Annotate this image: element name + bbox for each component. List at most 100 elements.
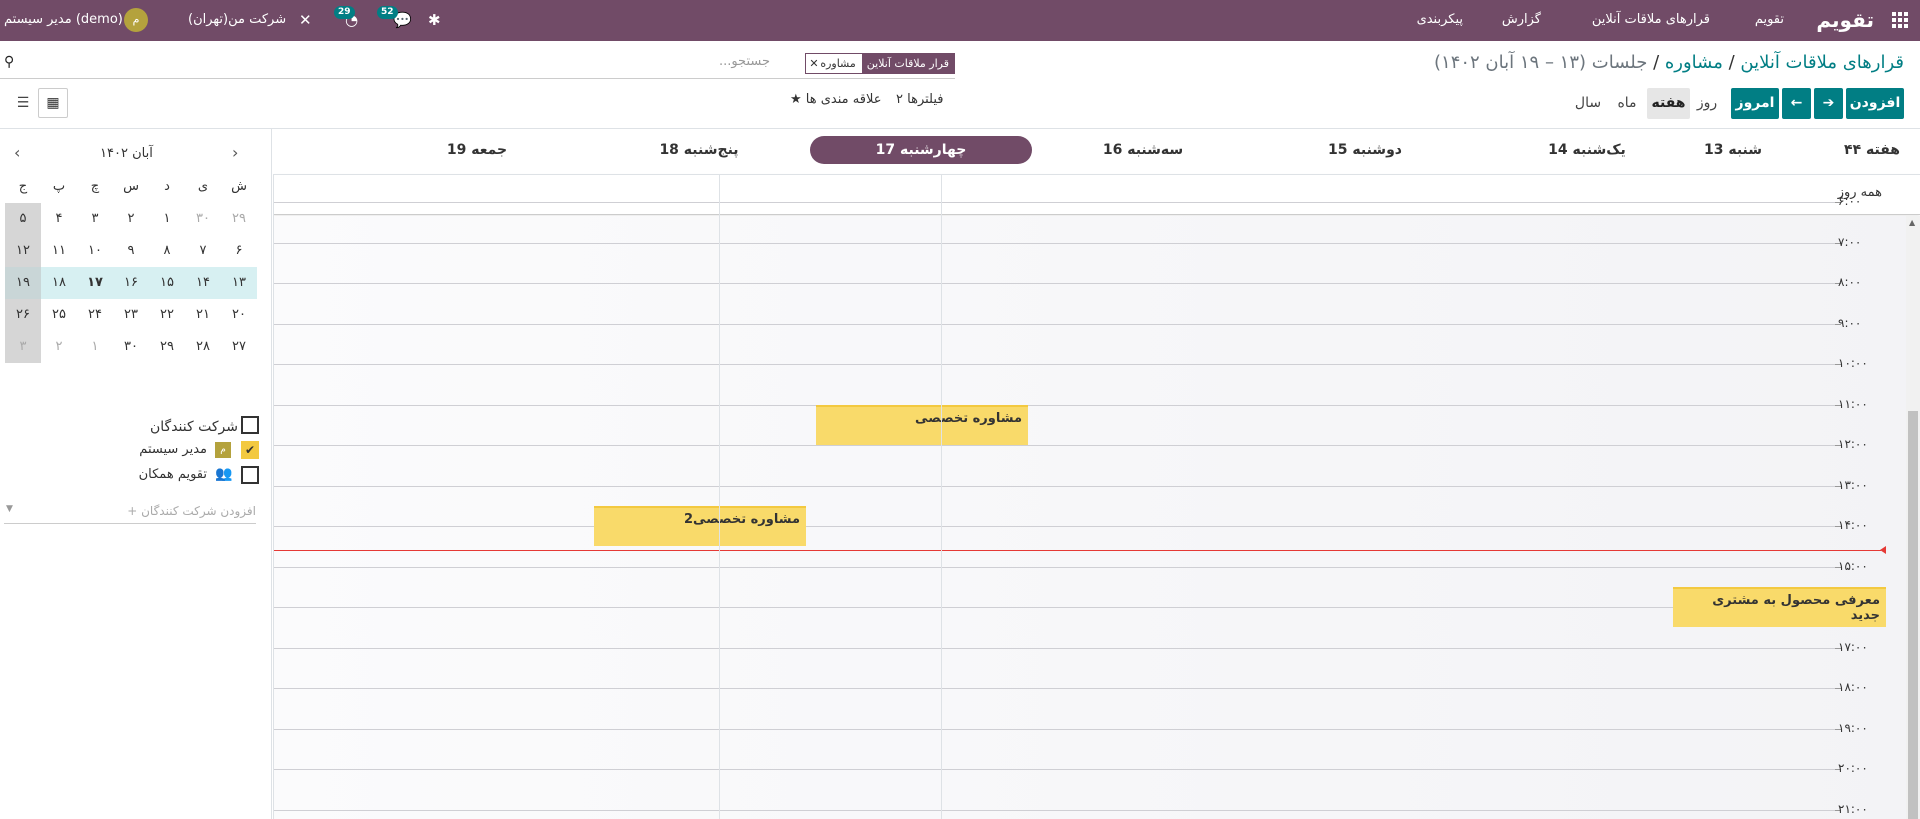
filters-dropdown[interactable]: ۲ فیلترها bbox=[896, 92, 943, 107]
mini-day[interactable]: ۴ bbox=[41, 203, 77, 235]
mini-day[interactable]: ۲ bbox=[113, 203, 149, 235]
hour-label: ۲۱:۰۰ bbox=[1838, 801, 1868, 816]
mini-day[interactable]: ۸ bbox=[149, 235, 185, 267]
mini-day[interactable]: ۳ bbox=[5, 331, 41, 363]
attendee-checkbox-admin[interactable]: ✔ bbox=[241, 441, 259, 459]
debug-bug-icon[interactable]: ✱ bbox=[428, 0, 441, 41]
mini-day[interactable]: ۱۸ bbox=[41, 267, 77, 299]
messages-icon[interactable]: 💬 bbox=[393, 0, 412, 41]
attendee-checkbox-everybody[interactable] bbox=[241, 466, 259, 484]
mini-day[interactable]: ۵ bbox=[5, 203, 41, 235]
all-day-row[interactable]: همه روز bbox=[273, 174, 1920, 215]
day-header[interactable]: پنج‌شنبه 18 bbox=[588, 129, 810, 174]
breadcrumb-parent[interactable]: قرارهای ملاقات آنلاین bbox=[1740, 52, 1904, 73]
mini-day[interactable]: ۲۴ bbox=[77, 299, 113, 331]
search-icon[interactable]: ⚲ bbox=[4, 54, 14, 70]
scrollbar-thumb[interactable] bbox=[1908, 411, 1918, 819]
mini-day[interactable]: ۱ bbox=[77, 331, 113, 363]
day-header[interactable]: چهارشنبه 17 bbox=[810, 129, 1032, 174]
app-name[interactable]: تقویم bbox=[1816, 0, 1874, 41]
mini-day[interactable]: ۲۷ bbox=[221, 331, 257, 363]
apps-menu-button[interactable] bbox=[1886, 0, 1908, 41]
today-button[interactable]: امروز bbox=[1731, 88, 1779, 119]
day-header[interactable]: جمعه 19 bbox=[366, 129, 588, 174]
mini-day[interactable]: ۳ bbox=[77, 203, 113, 235]
prev-arrow-button[interactable]: ← bbox=[1782, 88, 1811, 119]
hour-label: ۱۵:۰۰ bbox=[1838, 558, 1868, 573]
mini-day[interactable]: ۱۶ bbox=[113, 267, 149, 299]
calendar-view-button[interactable]: ▦ bbox=[38, 88, 68, 118]
list-view-button[interactable]: ☰ bbox=[10, 88, 36, 119]
next-arrow-button[interactable]: ➔ bbox=[1814, 88, 1843, 119]
day-header[interactable]: دوشنبه 15 bbox=[1254, 129, 1476, 174]
add-attendees-input[interactable]: + افزودن شرکت کنندگان ▼ bbox=[4, 502, 256, 524]
mini-day[interactable]: ۱۵ bbox=[149, 267, 185, 299]
mini-day[interactable]: ۱۰ bbox=[77, 235, 113, 267]
calendar-event[interactable]: معرفی محصول به مشتری جدید bbox=[1673, 586, 1886, 628]
favorites-dropdown[interactable]: ★ علاقه مندی ها bbox=[790, 92, 881, 107]
facet-remove-icon[interactable]: ✕ bbox=[809, 54, 818, 73]
user-menu[interactable]: مدیر سیستم (demo) bbox=[4, 0, 123, 41]
hour-line bbox=[273, 769, 1835, 770]
mini-day[interactable]: ۲۲ bbox=[149, 299, 185, 331]
mini-day[interactable]: ۳۰ bbox=[113, 331, 149, 363]
search-input[interactable]: جستجو... bbox=[719, 54, 770, 69]
users-icon: 👥 bbox=[215, 466, 233, 482]
menu-reporting[interactable]: گزارش bbox=[1502, 0, 1541, 41]
hour-line bbox=[273, 283, 1835, 284]
chevron-left-icon[interactable]: ‹ bbox=[14, 143, 20, 162]
mini-day[interactable]: ۹ bbox=[113, 235, 149, 267]
user-avatar[interactable]: م bbox=[124, 8, 148, 32]
mini-day[interactable]: ۲۳ bbox=[113, 299, 149, 331]
menu-online-appointments[interactable]: قرارهای ملاقات آنلاین bbox=[1592, 0, 1710, 41]
mini-day[interactable]: ۲ bbox=[41, 331, 77, 363]
mini-day[interactable]: ۱۳ bbox=[221, 267, 257, 299]
day-header[interactable]: سه‌شنبه 16 bbox=[1032, 129, 1254, 174]
calendar-event[interactable]: مشاوره تخصصی2 bbox=[594, 505, 806, 547]
mini-day[interactable]: ۲۹ bbox=[221, 203, 257, 235]
mini-weekday: ی bbox=[197, 179, 209, 194]
mini-day[interactable]: ۱۹ bbox=[5, 267, 41, 299]
mini-day[interactable]: ۱۲ bbox=[5, 235, 41, 267]
hour-label: ۱۰:۰۰ bbox=[1838, 356, 1868, 370]
mini-day[interactable]: ۲۹ bbox=[149, 331, 185, 363]
mini-day[interactable]: ۱۱ bbox=[41, 235, 77, 267]
calendar-scrollbar[interactable]: ▲ bbox=[1906, 216, 1920, 819]
menu-configuration[interactable]: پیکربندی bbox=[1417, 0, 1463, 41]
scale-day-button[interactable]: روز bbox=[1692, 88, 1722, 119]
mini-day[interactable]: ۶ bbox=[221, 235, 257, 267]
hour-label: ۸:۰۰ bbox=[1838, 275, 1862, 289]
calendar-event[interactable]: مشاوره تخصصی bbox=[816, 404, 1028, 445]
time-grid[interactable]: ۶:۰۰ ۷:۰۰ ۸:۰۰ ۹:۰۰ ۱۰:۰۰ ۱۱:۰۰ ۱۲:۰۰ ۱۳:۰۰ ۱۴:۰… bbox=[273, 194, 1920, 819]
mini-day[interactable]: ۱۷ bbox=[77, 267, 113, 299]
mini-day[interactable]: ۲۰ bbox=[221, 299, 257, 331]
company-switcher[interactable]: شرکت من(تهران) bbox=[188, 0, 286, 41]
attendees-toggle-all-checkbox[interactable] bbox=[241, 416, 259, 434]
mini-day[interactable]: ۲۶ bbox=[5, 299, 41, 331]
mini-day[interactable]: ۲۵ bbox=[41, 299, 77, 331]
mini-day[interactable]: ۳۰ bbox=[185, 203, 221, 235]
add-button[interactable]: افزودن bbox=[1846, 88, 1904, 119]
breadcrumb-current: جلسات (۱۳ – ۱۹ آبان ۱۴۰۲) bbox=[1434, 52, 1648, 73]
mini-day[interactable]: ۲۱ bbox=[185, 299, 221, 331]
breadcrumb-middle[interactable]: مشاوره bbox=[1665, 52, 1723, 73]
search-bar[interactable]: ⚲ جستجو... ✕ مشاوره قرار ملاقات آنلاین bbox=[0, 50, 955, 79]
mini-day[interactable]: ۱ bbox=[149, 203, 185, 235]
week-calendar: شنبه 13 یک‌شنبه 14 دوشنبه 15 سه‌شنبه 16 چهار… bbox=[273, 129, 1920, 819]
mini-day[interactable]: ۷ bbox=[185, 235, 221, 267]
hour-line bbox=[273, 647, 1835, 649]
mini-calendar-grid: ج پ چ س د ی ش ۵ ۴ ۳ ۲ ۱ ۳۰ ۲۹ ۱۲ ۱۱ ۱۰ ۹ ۸ ۷ ۶ ۱۹ ۱۸ ۱۷ ۱۶ ۱۵ ۱۴ ۱۳… bbox=[5, 171, 257, 363]
search-facet[interactable]: ✕ مشاوره قرار ملاقات آنلاین bbox=[805, 53, 955, 74]
scale-year-button[interactable]: سال bbox=[1570, 88, 1606, 119]
day-separator bbox=[273, 174, 274, 819]
menu-calendar[interactable]: تقویم bbox=[1755, 0, 1784, 41]
scale-week-button[interactable]: هفته bbox=[1647, 88, 1690, 119]
close-icon[interactable]: ✕ bbox=[299, 0, 312, 41]
day-header[interactable]: یک‌شنبه 14 bbox=[1476, 129, 1698, 174]
scale-month-button[interactable]: ماه bbox=[1610, 88, 1644, 119]
mini-day[interactable]: ۱۴ bbox=[185, 267, 221, 299]
hour-line bbox=[273, 202, 1835, 203]
mini-day[interactable]: ۲۸ bbox=[185, 331, 221, 363]
hour-line bbox=[273, 445, 1835, 446]
chevron-right-icon[interactable]: › bbox=[232, 143, 238, 162]
